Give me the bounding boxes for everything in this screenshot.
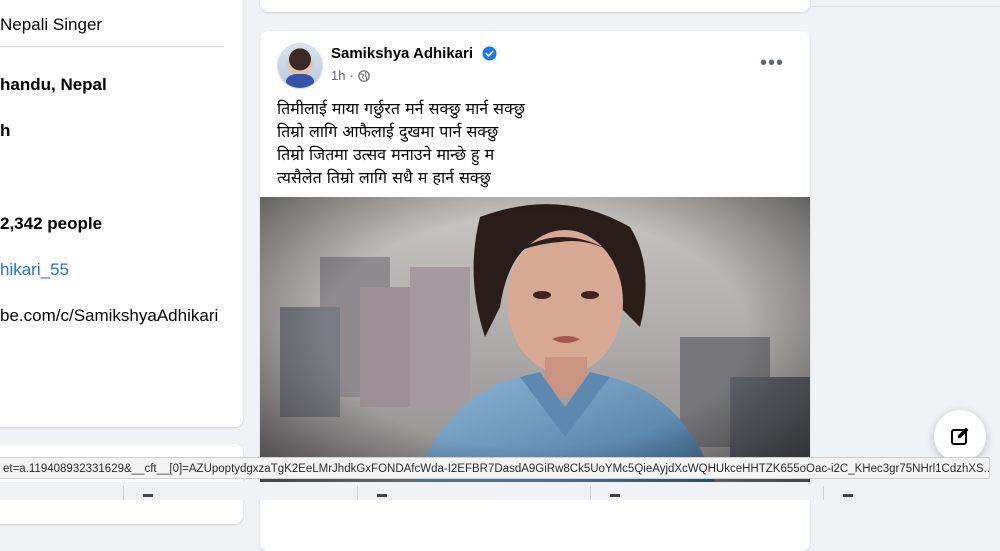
post-photo-illustration — [260, 197, 810, 497]
avatar[interactable] — [277, 43, 323, 89]
bottom-strip — [0, 482, 1000, 500]
post-time[interactable]: 1h — [331, 68, 345, 83]
globe-icon[interactable] — [358, 69, 370, 82]
bottom-separator — [590, 486, 591, 500]
top-divider — [810, 6, 1000, 7]
previous-post-card — [260, 0, 810, 12]
bottom-icon-stub — [843, 494, 853, 497]
post-photo[interactable] — [260, 197, 810, 497]
bottom-icon-stub — [143, 494, 153, 497]
bottom-separator — [357, 486, 358, 500]
compose-icon — [951, 427, 969, 445]
post-text-line: तिमीलाई माया गर्छुरत मर्न सक्छु मार्न सक… — [277, 99, 525, 118]
author-name[interactable]: Samikshya Adhikari — [331, 45, 473, 62]
meta-dot: · — [349, 68, 354, 83]
bottom-separator — [823, 486, 824, 500]
intro-followers: 2,342 people — [0, 214, 103, 233]
intro-item: h — [0, 121, 11, 140]
post-text-line: त्यसैलेत तिम्रो लागि सधै म हार्न सक्छु — [277, 168, 491, 187]
post-text-line: तिम्रो लागि आफैलाई दुखमा पार्न सक्छु — [277, 122, 499, 141]
status-bar-url: et=a.119408932331629&__cft__[0]=AZUpopty… — [0, 457, 990, 479]
bottom-icon-stub — [377, 494, 387, 497]
bottom-icon-stub — [610, 494, 620, 497]
post-text: तिमीलाई माया गर्छुरत मर्न सक्छु मार्न सक… — [277, 97, 525, 189]
instagram-link[interactable]: hikari_55 — [0, 260, 69, 280]
intro-location: handu, Nepal — [0, 75, 107, 94]
bottom-separator — [123, 486, 124, 500]
intro-divider — [0, 46, 224, 47]
intro-card: Nepali Singer handu, Nepal h 2,342 peopl… — [0, 0, 243, 427]
post-meta: 1h · — [331, 68, 370, 83]
intro-category: Nepali Singer — [0, 15, 103, 34]
more-options-button[interactable]: ••• — [754, 49, 790, 77]
post-text-line: तिम्रो जितमा उत्सव मनाउने मान्छे हु म — [277, 145, 495, 164]
new-message-button[interactable] — [934, 410, 986, 462]
verified-badge-icon — [482, 46, 497, 61]
youtube-link[interactable]: be.com/c/SamikshyaAdhikari — [0, 306, 218, 326]
